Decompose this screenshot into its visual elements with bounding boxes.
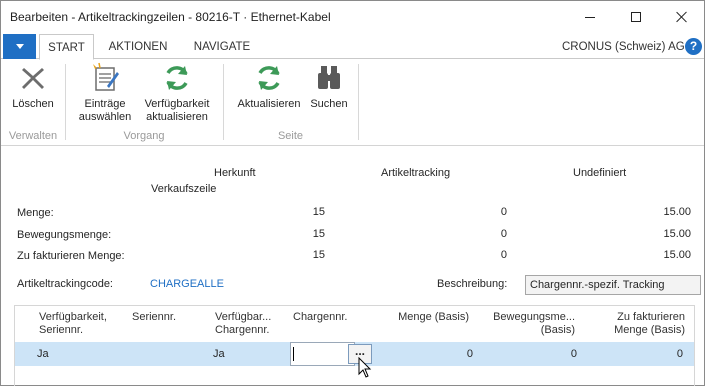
tab-aktionen[interactable]: AKTIONEN [101,34,175,60]
column-header-seriennr[interactable]: Seriennr. [132,311,176,324]
cell-menge[interactable]: 0 [409,348,473,360]
value-undefiniert-zu-fakturieren: 15.00 [663,249,691,261]
value-herkunft-bewegungsmenge: 15 [312,228,325,240]
column-header-chargennr[interactable]: Chargennr. [293,311,347,324]
ribbon-group-separator [65,64,66,140]
description-field[interactable]: Chargennr.-spezif. Tracking [525,275,701,295]
chargennr-input[interactable] [290,342,355,366]
select-entries-label-1: Einträge [84,98,126,110]
delete-x-icon [22,68,44,89]
column-header-zu-fakturieren-l2: Menge (Basis) [614,324,685,336]
column-header-bewegungsmenge-l1: Bewegungsme... [493,311,575,323]
column-header-verf-chargennr-l1: Verfügbar... [215,311,272,323]
row-label-bewegungsmenge: Bewegungsmenge: [17,229,112,241]
column-header-zu-fakturieren-l1: Zu fakturieren [617,311,685,323]
column-header-verf-seriennr[interactable]: Verfügbarkeit, Seriennr. [39,311,107,337]
app-menu-button[interactable] [3,34,36,59]
tracking-code-link[interactable]: CHARGEALLE [150,278,224,290]
value-tracking-bewegungsmenge: 0 [500,228,507,240]
company-name: CRONUS (Schweiz) AG [562,41,685,53]
header-herkunft: Herkunft [214,167,256,179]
refresh-icon [166,66,188,90]
tab-start[interactable]: START [39,34,94,60]
description-label: Beschreibung: [437,278,508,290]
cell-verf-seriennr[interactable]: Ja [37,348,49,360]
column-header-bewegungsmenge[interactable]: Bewegungsme... (Basis) [485,311,575,337]
minimize-icon [585,16,595,18]
column-header-zu-fakturieren[interactable]: Zu fakturieren Menge (Basis) [593,311,685,337]
header-herkunft-sub: Verkaufszeile [151,183,217,195]
row-label-menge: Menge: [17,207,54,219]
binoculars-icon [318,66,340,89]
delete-button[interactable]: Löschen [7,62,59,111]
table-row[interactable]: Ja Ja ... 0 0 0 [15,342,694,366]
ribbon-group-separator [358,64,359,140]
column-header-menge[interactable]: Menge (Basis) [385,311,469,324]
column-header-verf-seriennr-l2: Seriennr. [39,324,84,336]
value-tracking-zu-fakturieren: 0 [500,249,507,261]
refresh-button[interactable]: Aktualisieren [231,62,307,111]
tab-navigate[interactable]: NAVIGATE [187,34,257,60]
update-availability-button[interactable]: Verfügbarkeit aktualisieren [137,62,217,124]
close-icon [676,11,688,23]
row-label-zu-fakturieren: Zu fakturieren Menge: [17,250,125,262]
minimize-button[interactable] [567,1,613,33]
ribbon-tab-row: START AKTIONEN NAVIGATE CRONUS (Schweiz)… [1,34,704,60]
cell-verf-chargennr[interactable]: Ja [213,348,225,360]
header-undefiniert: Undefiniert [573,167,627,179]
column-header-verf-seriennr-l1: Verfügbarkeit, [39,311,107,323]
maximize-icon [631,12,641,22]
header-artikeltracking: Artikeltracking [381,167,451,179]
value-herkunft-menge: 15 [312,206,325,218]
update-availability-label-1: Verfügbarkeit [144,98,210,110]
update-availability-label-2: aktualisieren [146,111,208,123]
ribbon: Löschen Einträge auswählen Verfügbarkeit… [1,60,704,146]
title-bar: Bearbeiten - Artikeltrackingzeilen - 802… [1,1,704,33]
column-header-bewegungsmenge-l2: (Basis) [540,324,575,336]
tracking-lines-grid: Verfügbarkeit, Seriennr. Seriennr. Verfü… [14,305,695,386]
maximize-button[interactable] [613,1,659,33]
text-caret [293,347,294,361]
window-title: Bearbeiten - Artikeltrackingzeilen - 802… [10,10,331,24]
select-entries-label-2: auswählen [78,111,132,123]
column-header-verf-chargennr[interactable]: Verfügbar... Chargennr. [215,311,271,337]
cell-zu-fakturieren[interactable]: 0 [619,348,683,360]
close-button[interactable] [659,1,705,33]
cell-bewegungsmenge[interactable]: 0 [513,348,577,360]
value-tracking-menge: 0 [500,206,507,218]
select-entries-button[interactable]: Einträge auswählen [73,62,137,124]
ribbon-group-seite: Seite [277,130,304,142]
column-header-verf-chargennr-l2: Chargennr. [215,324,270,336]
value-undefiniert-menge: 15.00 [663,206,691,218]
search-label: Suchen [310,98,348,110]
value-herkunft-zu-fakturieren: 15 [312,249,325,261]
ribbon-group-vorgang: Vorgang [123,130,165,142]
refresh-icon [258,66,280,90]
ribbon-group-separator [223,64,224,140]
value-undefiniert-bewegungsmenge: 15.00 [663,228,691,240]
window: Bearbeiten - Artikeltrackingzeilen - 802… [0,0,705,386]
chevron-down-icon [15,44,24,49]
delete-label: Löschen [12,98,54,110]
tracking-code-label: Artikeltrackingcode: [17,278,113,290]
mouse-pointer-icon [358,357,372,378]
ribbon-group-verwalten: Verwalten [8,130,58,142]
select-entries-icon [93,62,119,91]
help-button[interactable]: ? [685,38,702,55]
search-button[interactable]: Suchen [306,62,352,111]
refresh-label: Aktualisieren [237,98,301,110]
